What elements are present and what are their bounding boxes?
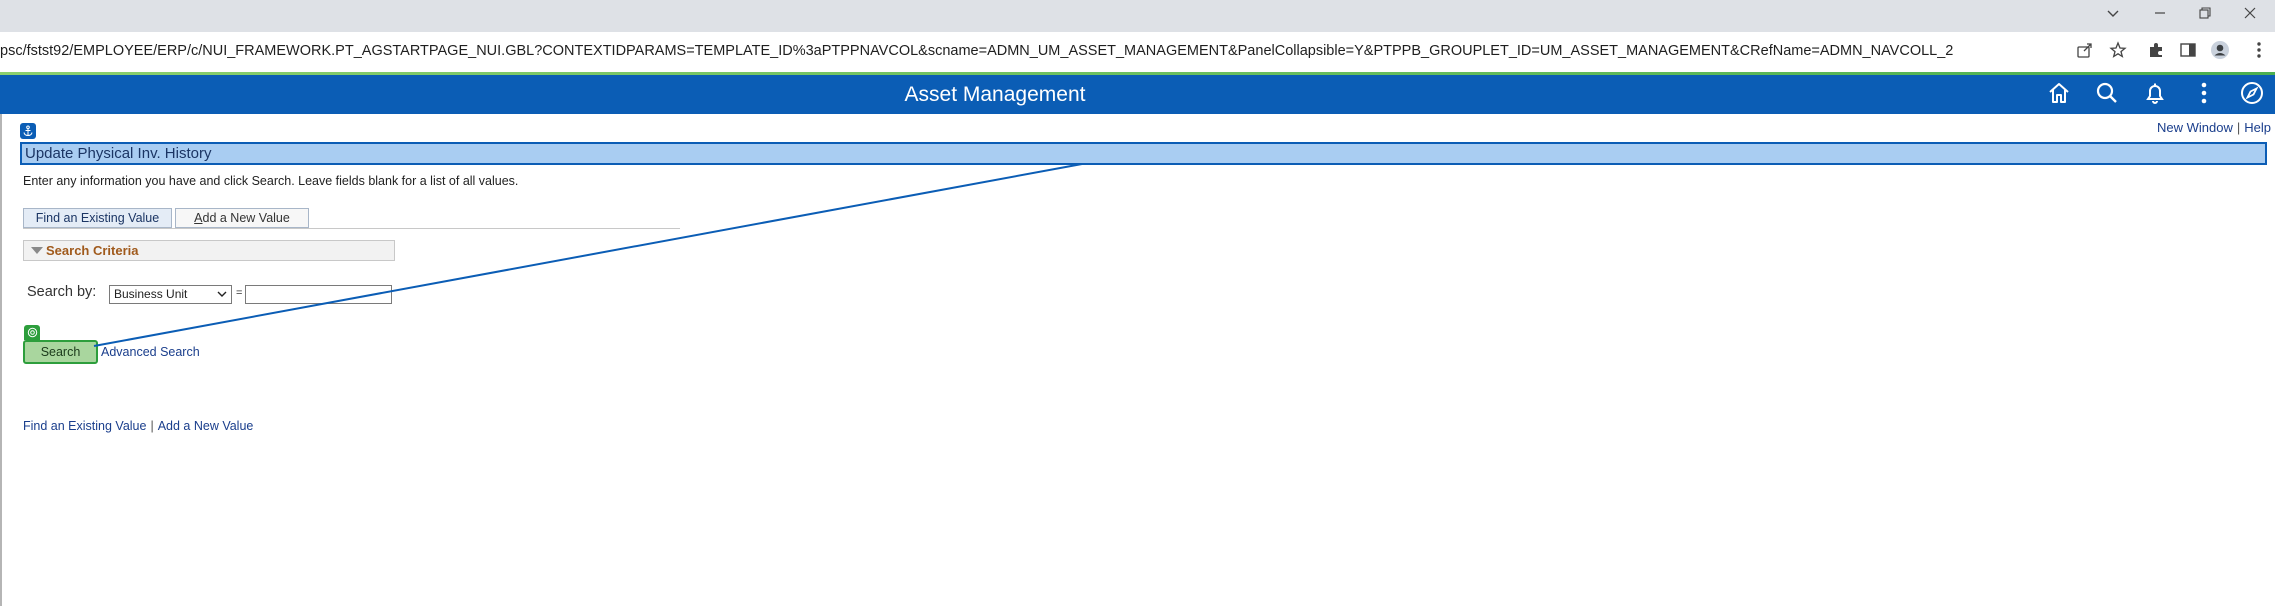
tab-add-new-value-label: Add a New Value	[194, 211, 290, 225]
chevron-down-icon	[2106, 6, 2120, 25]
home-button[interactable]	[2045, 81, 2073, 109]
actions-menu-button[interactable]	[2190, 81, 2218, 109]
navbar-button[interactable]	[2238, 81, 2266, 109]
search-value-input[interactable]	[245, 285, 392, 304]
operator-label: =	[236, 287, 243, 299]
page-title: Update Physical Inv. History	[25, 145, 212, 162]
home-icon	[2046, 80, 2072, 111]
tab-divider	[23, 228, 680, 229]
footer-find-existing-link[interactable]: Find an Existing Value	[23, 419, 146, 433]
url-field[interactable]: psc/fstst92/EMPLOYEE/ERP/c/NUI_FRAMEWORK…	[0, 43, 1953, 59]
minimize-button[interactable]	[2140, 2, 2180, 28]
search-by-select[interactable]: Business Unit	[109, 285, 232, 304]
instructions-text: Enter any information you have and click…	[23, 174, 519, 188]
address-bar: psc/fstst92/EMPLOYEE/ERP/c/NUI_FRAMEWORK…	[0, 32, 2275, 73]
search-criteria-header[interactable]: Search Criteria	[23, 240, 395, 261]
left-border	[0, 114, 2, 606]
extensions-button[interactable]	[2144, 40, 2168, 64]
browser-menu-button[interactable]	[2247, 40, 2271, 64]
footer-separator: |	[150, 419, 154, 433]
page-title-bar: Update Physical Inv. History	[20, 142, 2267, 165]
restore-button[interactable]	[2185, 2, 2225, 28]
tab-add-new-value[interactable]: Add a New Value	[175, 208, 309, 228]
search-icon	[2094, 80, 2120, 111]
search-button[interactable]: Search	[23, 340, 98, 364]
profile-button[interactable]	[2208, 40, 2232, 64]
minimize-icon	[2153, 6, 2167, 25]
focus-badge-icon	[24, 325, 40, 340]
search-by-label: Search by:	[27, 284, 97, 300]
sidepanel-icon	[2179, 41, 2197, 64]
search-by-selected-value: Business Unit	[114, 287, 188, 301]
help-link[interactable]: Help	[2244, 120, 2271, 135]
restore-icon	[2198, 6, 2212, 25]
new-window-link[interactable]: New Window	[2157, 120, 2233, 135]
link-separator: |	[2236, 120, 2241, 135]
chevron-down-icon	[217, 288, 227, 302]
share-button[interactable]	[2073, 40, 2097, 64]
profile-icon	[2210, 40, 2230, 65]
search-criteria-label: Search Criteria	[46, 243, 139, 258]
collapse-triangle-icon	[31, 247, 43, 254]
menu-icon	[2256, 41, 2262, 64]
page-top-links: New Window | Help	[2157, 120, 2271, 135]
star-icon	[2109, 40, 2127, 64]
sidepanel-button[interactable]	[2176, 40, 2200, 64]
tab-search-button[interactable]	[2093, 2, 2133, 28]
close-window-button[interactable]	[2230, 2, 2270, 28]
advanced-search-link[interactable]: Advanced Search	[101, 345, 200, 359]
bell-icon	[2142, 80, 2168, 111]
page-anchor-icon[interactable]	[20, 123, 36, 139]
browser-title-bar	[0, 0, 2275, 32]
notifications-button[interactable]	[2141, 81, 2169, 109]
tab-find-existing-value[interactable]: Find an Existing Value	[23, 208, 172, 228]
navbar-icon	[2239, 80, 2265, 111]
share-icon	[2076, 41, 2094, 64]
footer-links: Find an Existing Value | Add a New Value	[23, 419, 253, 433]
extensions-icon	[2147, 41, 2165, 64]
footer-add-new-link[interactable]: Add a New Value	[158, 419, 254, 433]
global-search-button[interactable]	[2093, 81, 2121, 109]
app-banner: Asset Management	[0, 75, 2275, 114]
banner-title: Asset Management	[904, 83, 1086, 106]
close-icon	[2243, 6, 2257, 25]
bookmark-button[interactable]	[2106, 40, 2130, 64]
actions-menu-icon	[2200, 81, 2208, 110]
